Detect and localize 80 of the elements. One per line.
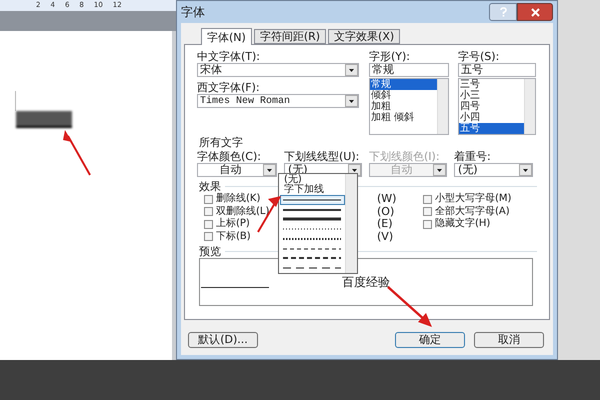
- list-item[interactable]: (无): [280, 175, 345, 185]
- checkbox[interactable]: [204, 207, 213, 216]
- checkbox-label: 删除线(K): [216, 194, 260, 204]
- list-item[interactable]: 加粗: [370, 101, 437, 112]
- checkbox-label: 隐藏文字(H): [435, 219, 490, 230]
- line-style-sample: [283, 236, 341, 241]
- field-label: 着重号:: [454, 150, 492, 163]
- field-value: (无): [457, 162, 479, 178]
- field-label: 字形(Y):: [369, 50, 412, 63]
- checkbox-label: 小型大写字母(M): [435, 194, 512, 204]
- list-item[interactable]: 五号: [459, 123, 524, 134]
- checkbox[interactable]: [204, 220, 213, 229]
- line-style-sample: [283, 198, 341, 202]
- text-field[interactable]: 常规: [369, 63, 449, 77]
- field-value: 宋体: [200, 62, 222, 78]
- dialog-button[interactable]: 取消: [474, 332, 544, 348]
- field-label: 字体颜色(C):: [197, 150, 262, 163]
- checkbox[interactable]: [423, 220, 432, 229]
- window-title: 字体: [181, 4, 205, 21]
- line-style-sample: [283, 217, 341, 222]
- line-style-sample: [283, 266, 341, 270]
- checkbox-label: 双删除线(L): [216, 206, 270, 217]
- field-label: 中文字体(T):: [197, 50, 262, 63]
- checkbox[interactable]: [204, 232, 213, 242]
- line-style-sample: [283, 256, 341, 260]
- line-style-option[interactable]: [280, 195, 345, 205]
- line-style-sample: [283, 208, 341, 212]
- field-label: 字号(S):: [458, 50, 500, 63]
- list-item[interactable]: 常规: [370, 79, 437, 90]
- list-item[interactable]: 倾斜: [370, 90, 437, 101]
- checkbox-label: 上标(P): [216, 219, 250, 230]
- section-heading: 预览: [198, 245, 221, 258]
- checkbox-label: (W): [376, 193, 398, 206]
- scrollbar[interactable]: [524, 79, 535, 134]
- scrollbar[interactable]: [437, 79, 448, 134]
- list-item[interactable]: 小四: [459, 112, 524, 123]
- preview-baseline: [201, 287, 269, 288]
- line-style-sample: [283, 246, 341, 251]
- tab[interactable]: 字符间距(R): [254, 29, 326, 44]
- help-button[interactable]: [489, 3, 517, 21]
- line-style-sample: [283, 227, 341, 232]
- dropdown-field[interactable]: Times New Roman: [197, 94, 359, 108]
- field-value: 自动: [390, 162, 414, 178]
- list-item[interactable]: 三号: [459, 79, 524, 90]
- list-item[interactable]: 字下加线: [280, 185, 345, 195]
- help-icon: [500, 7, 506, 17]
- dialog-button[interactable]: 默认(D)...: [188, 332, 258, 348]
- scrollbar[interactable]: [345, 174, 357, 273]
- preview-text: 百度经验: [342, 274, 390, 291]
- close-icon: [530, 8, 540, 16]
- checkbox-label: (V): [376, 230, 394, 243]
- annotation-arrow: [63, 130, 91, 176]
- dropdown-field[interactable]: (无): [454, 163, 533, 177]
- field-label: 下划线颜色(I):: [369, 150, 441, 163]
- close-button[interactable]: [517, 3, 553, 21]
- checkbox-label: (E): [376, 218, 394, 230]
- checkbox[interactable]: [204, 194, 213, 204]
- annotation-arrow: [387, 286, 432, 327]
- section-heading: 所有文字: [198, 136, 243, 149]
- checkbox[interactable]: [423, 194, 432, 204]
- list-item[interactable]: 四号: [459, 101, 524, 112]
- dropdown-field[interactable]: 自动: [197, 163, 277, 177]
- margin-mark: [15, 91, 16, 111]
- checkbox-label: (O): [376, 206, 396, 218]
- checkbox[interactable]: [423, 207, 432, 216]
- field-label: 西文字体(F):: [197, 81, 261, 94]
- list-item[interactable]: 小三: [459, 90, 524, 101]
- field-label: 下划线线型(U):: [284, 150, 360, 163]
- tab[interactable]: 字体(N): [201, 28, 252, 45]
- field-value: Times New Roman: [200, 94, 290, 108]
- text-field[interactable]: 五号: [458, 63, 536, 77]
- checkbox-label: 全部大写字母(A): [435, 206, 510, 217]
- list-item[interactable]: 加粗 倾斜: [370, 112, 437, 123]
- dialog-button[interactable]: 确定: [395, 332, 465, 348]
- checkbox-label: 下标(B): [216, 232, 251, 242]
- section-heading: 效果: [198, 180, 221, 193]
- tab[interactable]: 文字效果(X): [328, 29, 400, 44]
- field-value: 自动: [218, 162, 242, 178]
- dropdown-field[interactable]: 宋体: [197, 63, 359, 77]
- blurred-text-block: [16, 111, 72, 128]
